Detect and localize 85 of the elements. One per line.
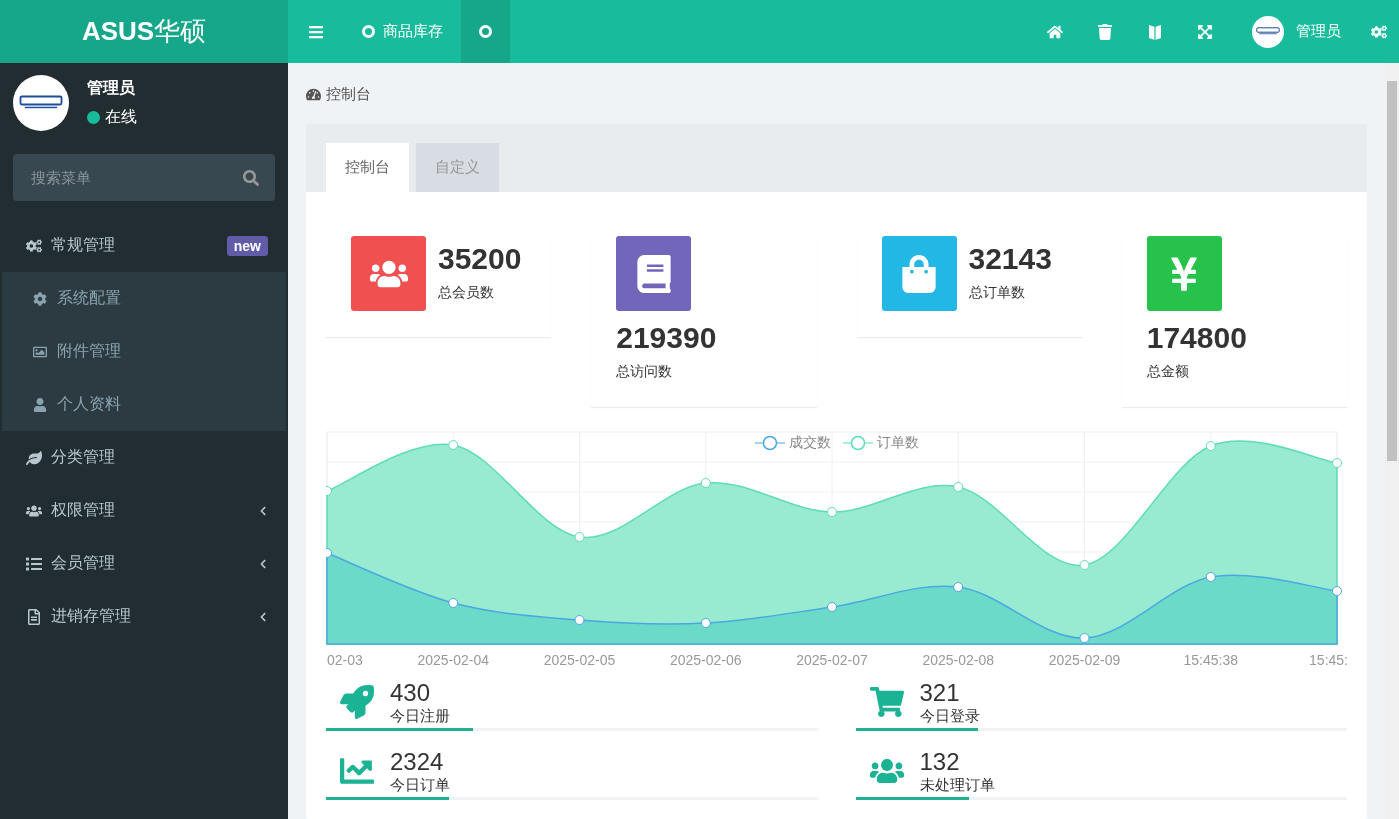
- menu-item[interactable]: 会员管理: [0, 537, 288, 590]
- user-icon: [33, 397, 47, 412]
- gears-icon: [25, 237, 43, 254]
- data-point[interactable]: [1079, 560, 1090, 570]
- user-status: 在线: [105, 107, 137, 127]
- submenu-item[interactable]: 个人资料: [2, 378, 286, 431]
- circle-icon: [479, 25, 492, 38]
- panel-tab[interactable]: 控制台: [326, 143, 409, 192]
- today-value: 321: [919, 678, 961, 707]
- data-point[interactable]: [1332, 458, 1342, 468]
- axis-label: 02-03: [327, 652, 363, 668]
- scrollbar[interactable]: [1385, 63, 1399, 819]
- new-badge: new: [226, 235, 268, 256]
- menu-item[interactable]: 权限管理: [0, 484, 288, 537]
- chevron-icon: [258, 558, 268, 569]
- search-icon[interactable]: [243, 169, 259, 186]
- menu-item[interactable]: 分类管理: [0, 431, 288, 484]
- axis-label: 2025-02-05: [543, 652, 616, 668]
- dashboard-icon: [306, 86, 321, 102]
- list-icon: [25, 555, 43, 572]
- data-point[interactable]: [574, 615, 585, 625]
- data-point[interactable]: [448, 598, 459, 608]
- top-tab[interactable]: [461, 0, 510, 63]
- search-field[interactable]: 搜索菜单: [13, 154, 275, 201]
- document-icon: [25, 608, 43, 625]
- axis-label: 2025-02-06: [669, 652, 742, 668]
- logo-icon: [1256, 27, 1280, 36]
- data-point[interactable]: [448, 440, 459, 450]
- data-point[interactable]: [700, 618, 711, 628]
- user-menu[interactable]: 管理员: [1230, 0, 1359, 63]
- breadcrumb: 控制台: [326, 84, 371, 104]
- today-value: 132: [919, 747, 961, 776]
- legend-marker-icon: [754, 435, 785, 451]
- stat-label: 总订单数: [968, 284, 1026, 302]
- menu-item[interactable]: 进销存管理: [0, 590, 288, 643]
- stat-value: 35200: [438, 242, 522, 276]
- axis-label: 2025-02-09: [1048, 652, 1121, 668]
- menu-item[interactable]: 常规管理 new: [0, 219, 288, 272]
- stat-value: 219390: [616, 321, 717, 355]
- logo-icon: [19, 95, 63, 111]
- search-input[interactable]: 搜索菜单: [29, 168, 243, 187]
- data-point[interactable]: [574, 532, 585, 542]
- user-name: 管理员: [87, 78, 136, 98]
- today-value: 2324: [390, 747, 445, 776]
- data-point[interactable]: [953, 582, 964, 592]
- data-point[interactable]: [1332, 586, 1342, 596]
- stat-label: 总金额: [1146, 363, 1190, 381]
- data-point[interactable]: [1205, 441, 1216, 451]
- stat-value: 174800: [1146, 321, 1247, 355]
- brand-logo[interactable]: ASUS华硕: [0, 0, 288, 63]
- stat-value: 32143: [968, 242, 1052, 276]
- today-label: 今日登录: [919, 706, 980, 726]
- top-tab[interactable]: 商品库存: [344, 0, 461, 63]
- data-point[interactable]: [326, 486, 332, 496]
- data-point[interactable]: [1205, 572, 1216, 582]
- status-dot: [87, 111, 100, 124]
- stat-label: 总会员数: [438, 284, 495, 302]
- axis-label: 15:45:38: [1183, 652, 1238, 668]
- today-label: 今日注册: [390, 706, 450, 726]
- axis-label: 2025-02-07: [796, 652, 868, 668]
- axis-label: 15:45:: [1309, 652, 1348, 668]
- data-point[interactable]: [953, 482, 964, 492]
- submenu-item[interactable]: 系统配置: [2, 272, 286, 325]
- book-icon[interactable]: [1147, 22, 1163, 41]
- data-point[interactable]: [827, 507, 837, 517]
- circle-icon: [362, 25, 375, 38]
- chevron-icon: [258, 505, 268, 516]
- axis-label: 2025-02-04: [417, 652, 490, 668]
- gear-icon: [33, 291, 47, 306]
- stat-label: 总访问数: [616, 363, 674, 381]
- chevron-icon: [258, 611, 268, 622]
- legend-item[interactable]: 订单数: [842, 434, 919, 452]
- leaf-icon: [25, 449, 43, 466]
- data-point[interactable]: [827, 602, 837, 612]
- today-label: 未处理订单: [919, 775, 995, 795]
- legend-item[interactable]: 成交数: [754, 434, 831, 452]
- data-point[interactable]: [326, 548, 332, 558]
- data-point[interactable]: [1079, 633, 1090, 643]
- data-point[interactable]: [700, 478, 711, 488]
- today-label: 今日订单: [390, 775, 450, 795]
- legend-marker-icon: [842, 435, 873, 451]
- today-value: 430: [390, 678, 432, 707]
- submenu-item[interactable]: 附件管理: [2, 325, 286, 378]
- axis-label: 2025-02-08: [922, 652, 995, 668]
- image-icon: [33, 344, 47, 359]
